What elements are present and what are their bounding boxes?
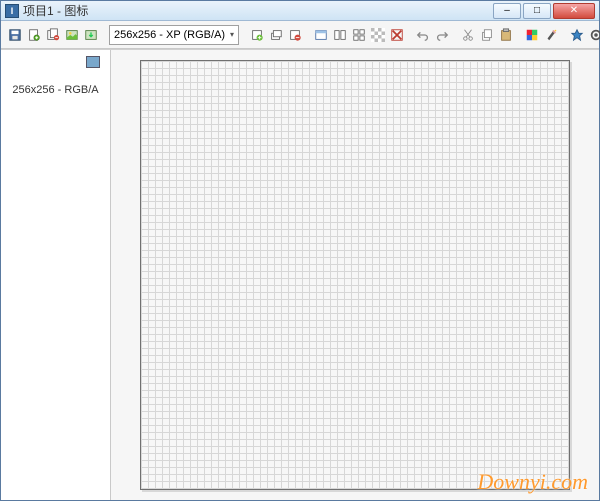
minimize-button[interactable]: – — [493, 3, 521, 19]
effects-icon[interactable] — [543, 26, 559, 44]
layers-icon[interactable] — [268, 26, 284, 44]
format-dropdown[interactable]: 256x256 - XP (RGB/A) ▾ — [109, 25, 239, 45]
toolbar: 256x256 - XP (RGB/A) ▾ — [1, 21, 599, 49]
redo-icon[interactable] — [434, 26, 450, 44]
sidebar-type-icon[interactable] — [86, 56, 100, 68]
image-icon[interactable] — [64, 26, 80, 44]
grid-view-icon[interactable] — [351, 26, 367, 44]
split-view-icon[interactable] — [332, 26, 348, 44]
paste-icon[interactable] — [498, 26, 514, 44]
sidebar-item-label[interactable]: 256x256 - RGB/A — [12, 84, 98, 96]
import-image-icon[interactable] — [83, 26, 99, 44]
checker-icon[interactable] — [370, 26, 386, 44]
palette-icon[interactable] — [524, 26, 540, 44]
window-title: 项目1 - 图标 — [23, 2, 493, 19]
canvas-grid — [141, 61, 569, 489]
undo-icon[interactable] — [415, 26, 431, 44]
window-view-icon[interactable] — [313, 26, 329, 44]
remove-size-icon[interactable] — [287, 26, 303, 44]
app-icon: I — [5, 4, 19, 18]
app-window: I 项目1 - 图标 – □ ✕ 256x256 - XP (RGB/A) ▾ — [0, 0, 600, 501]
copy-icon[interactable] — [479, 26, 495, 44]
content-area: 256x256 - RGB/A — [1, 49, 599, 500]
cut-icon[interactable] — [460, 26, 476, 44]
settings-icon[interactable] — [588, 26, 600, 44]
sidebar: 256x256 - RGB/A — [1, 50, 111, 500]
new-page-icon[interactable] — [26, 26, 42, 44]
mask-icon[interactable] — [389, 26, 405, 44]
canvas-area — [111, 50, 599, 500]
window-controls: – □ ✕ — [493, 3, 595, 19]
test-icon[interactable] — [569, 26, 585, 44]
save-icon[interactable] — [7, 26, 23, 44]
close-button[interactable]: ✕ — [553, 3, 595, 19]
format-dropdown-value: 256x256 - XP (RGB/A) — [114, 29, 225, 41]
editor-canvas[interactable] — [140, 60, 570, 490]
maximize-button[interactable]: □ — [523, 3, 551, 19]
chevron-down-icon: ▾ — [230, 30, 234, 39]
add-size-icon[interactable] — [249, 26, 265, 44]
copy-page-icon[interactable] — [45, 26, 61, 44]
titlebar[interactable]: I 项目1 - 图标 – □ ✕ — [1, 1, 599, 21]
